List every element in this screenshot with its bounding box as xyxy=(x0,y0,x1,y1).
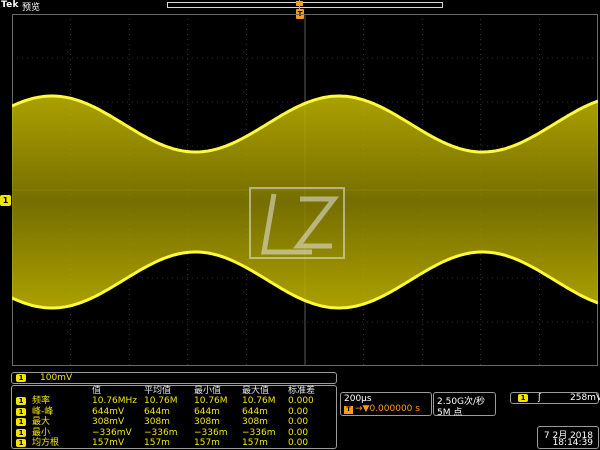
column-header-mean: 平均值 xyxy=(144,386,172,396)
measurement-cell: 0.00 xyxy=(288,438,309,449)
measurement-cell: 644mV xyxy=(92,406,125,417)
measurement-cell: 10.76M xyxy=(144,396,178,406)
record-view-bar[interactable] xyxy=(167,2,443,8)
rising-edge-icon: ʃ xyxy=(538,393,542,403)
column-header-min: 最小值 xyxy=(194,386,222,396)
ch1-badge-icon: 1 xyxy=(16,374,26,382)
measurement-table[interactable]: 值 平均值 最小值 最大值 标准差 1 频率 10.76MHz 10.76M 10.76… xyxy=(11,385,337,449)
measurement-row[interactable]: 1 均方根 157mV 157m 157m 157m 0.00 xyxy=(12,438,336,448)
time: 18:14:39 xyxy=(552,438,593,448)
measurement-row[interactable]: 1 最小 −336mV −336m −336m −336m 0.00 xyxy=(12,428,336,438)
measurement-cell: −336m xyxy=(194,427,228,438)
record-length: 5M 点 xyxy=(437,408,463,418)
measurement-header-row: 值 平均值 最小值 最大值 标准差 xyxy=(12,386,336,396)
channel1-scale-readout[interactable]: 1 100mV xyxy=(11,372,337,384)
horizontal-timebase-readout[interactable]: 200µs T →▼0.000000 s xyxy=(340,392,432,416)
time-per-div: 200µs xyxy=(344,394,372,404)
brand-logo: Tek xyxy=(1,0,19,10)
waveform-envelope-fill xyxy=(12,96,598,308)
trigger-level: 258mV xyxy=(570,393,600,403)
measurement-name: 频率 xyxy=(32,396,51,406)
record-trigger-dot xyxy=(296,1,303,6)
measurement-cell: 308m xyxy=(144,417,170,428)
measurement-cell: 308m xyxy=(194,417,220,428)
measurement-name: 均方根 xyxy=(32,438,60,449)
ch1-badge-icon: 1 xyxy=(16,418,26,427)
trigger-delay: →▼0.000000 s xyxy=(355,404,420,414)
ch1-badge-icon: 1 xyxy=(16,428,26,437)
measurement-row[interactable]: 1 最大 308mV 308m 308m 308m 0.00 xyxy=(12,417,336,427)
measurement-cell: 308m xyxy=(242,417,268,428)
measurement-cell: 0.000 xyxy=(288,396,314,406)
column-header-value: 值 xyxy=(92,386,102,396)
measurement-row[interactable]: 1 峰-峰 644mV 644m 644m 644m 0.00 xyxy=(12,407,336,417)
measurement-name: 峰-峰 xyxy=(32,406,54,417)
measurement-cell: −336m xyxy=(242,427,276,438)
measurement-cell: 644m xyxy=(144,406,170,417)
measurement-cell: 10.76M xyxy=(242,396,276,406)
ch1-badge-icon: 1 xyxy=(16,407,26,416)
measurement-row[interactable]: 1 频率 10.76MHz 10.76M 10.76M 10.76M 0.000 xyxy=(12,396,336,406)
measurement-name: 最大 xyxy=(32,417,51,428)
measurement-cell: −336m xyxy=(144,427,178,438)
measurement-cell: 0.00 xyxy=(288,427,309,438)
measurement-cell: 10.76MHz xyxy=(92,396,138,406)
date-time-readout[interactable]: 7 2月 2018 18:14:39 xyxy=(537,426,599,449)
channel1-volts-per-div: 100mV xyxy=(40,373,73,383)
measurement-cell: 157m xyxy=(242,438,268,449)
measurement-cell: 157m xyxy=(144,438,170,449)
column-header-stddev: 标准差 xyxy=(288,386,316,396)
measurement-cell: −336mV xyxy=(92,427,132,438)
channel1-ground-marker[interactable]: 1 xyxy=(0,195,11,206)
ch1-badge-icon: 1 xyxy=(16,397,26,405)
measurement-cell: 308mV xyxy=(92,417,125,428)
trigger-source-badge: 1 xyxy=(518,394,528,402)
measurement-cell: 157m xyxy=(194,438,220,449)
measurement-cell: 10.76M xyxy=(194,396,228,406)
measurement-cell: 644m xyxy=(242,406,268,417)
measurement-cell: 157mV xyxy=(92,438,125,449)
measurement-name: 最小 xyxy=(32,427,51,438)
trigger-time-icon: T xyxy=(344,406,353,414)
waveform-display xyxy=(12,14,598,366)
trigger-readout[interactable]: 1 ʃ 258mV xyxy=(510,392,600,404)
column-header-max: 最大值 xyxy=(242,386,270,396)
acquisition-readout[interactable]: 2.50G次/秒 5M 点 xyxy=(433,392,496,418)
measurement-cell: 644m xyxy=(194,406,220,417)
measurement-cell: 0.00 xyxy=(288,406,309,417)
acquisition-mode: 预览 xyxy=(22,3,41,13)
ch1-badge-icon: 1 xyxy=(16,439,26,448)
measurement-cell: 0.00 xyxy=(288,417,309,428)
